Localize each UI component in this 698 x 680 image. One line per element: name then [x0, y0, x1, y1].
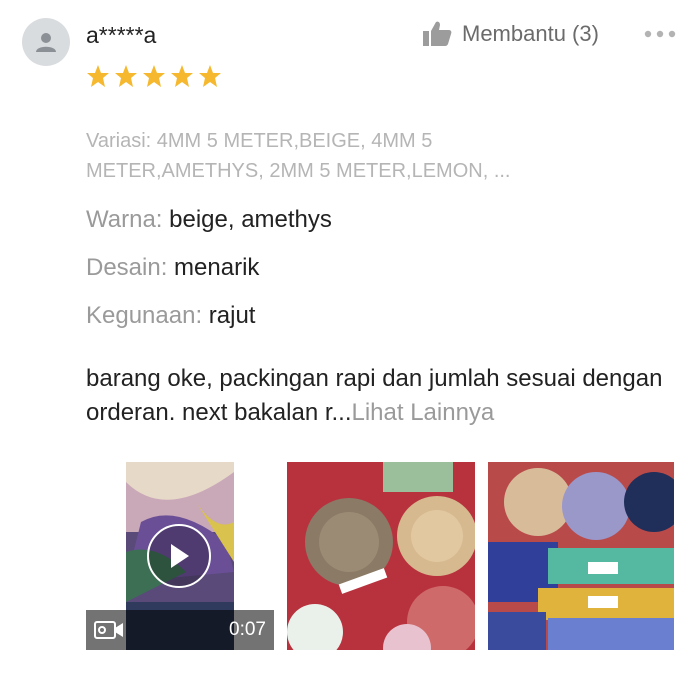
star-icon: [143, 65, 165, 87]
play-button[interactable]: [147, 524, 211, 588]
attribute-key: Kegunaan:: [86, 302, 203, 329]
attribute-desain: Desain: menarik: [86, 254, 259, 282]
user-icon: [36, 33, 56, 52]
attribute-key: Warna:: [86, 206, 163, 233]
reviewer-name[interactable]: a*****a: [86, 22, 156, 49]
video-camera-icon: [94, 621, 123, 639]
review-photo-2[interactable]: [488, 462, 674, 650]
see-more-link[interactable]: Lihat Lainnya: [352, 399, 495, 426]
attribute-warna: Warna: beige, amethys: [86, 206, 332, 234]
review-text: barang oke, packingan rapi dan jumlah se…: [86, 362, 686, 430]
play-icon: [171, 544, 189, 568]
attribute-value: beige, amethys: [169, 206, 332, 233]
video-info-bar: 0:07: [86, 610, 274, 650]
photo-thumbnail: [287, 462, 475, 650]
video-duration: 0:07: [229, 619, 266, 640]
rating-stars: [86, 64, 222, 88]
review-video[interactable]: 0:07: [86, 462, 274, 650]
variant-info: Variasi: 4MM 5 METER,BEIGE, 4MM 5 METER,…: [86, 130, 511, 182]
star-icon: [87, 65, 109, 87]
review-photo-1[interactable]: [287, 462, 475, 650]
attribute-key: Desain:: [86, 254, 168, 281]
star-icon: [171, 65, 193, 87]
more-dots-icon: [644, 30, 676, 38]
avatar[interactable]: [22, 18, 70, 66]
star-icon: [115, 65, 137, 87]
photo-thumbnail: [488, 462, 674, 650]
attribute-value: rajut: [208, 302, 256, 329]
thumbs-up-icon: [423, 21, 452, 46]
helpful-label: Membantu (3): [462, 21, 599, 46]
more-options-button[interactable]: [643, 26, 677, 44]
attribute-value: menarik: [174, 254, 260, 281]
star-icon: [199, 65, 221, 87]
helpful-button[interactable]: Membantu (3): [422, 20, 599, 48]
attribute-kegunaan: Kegunaan: rajut: [86, 302, 255, 330]
